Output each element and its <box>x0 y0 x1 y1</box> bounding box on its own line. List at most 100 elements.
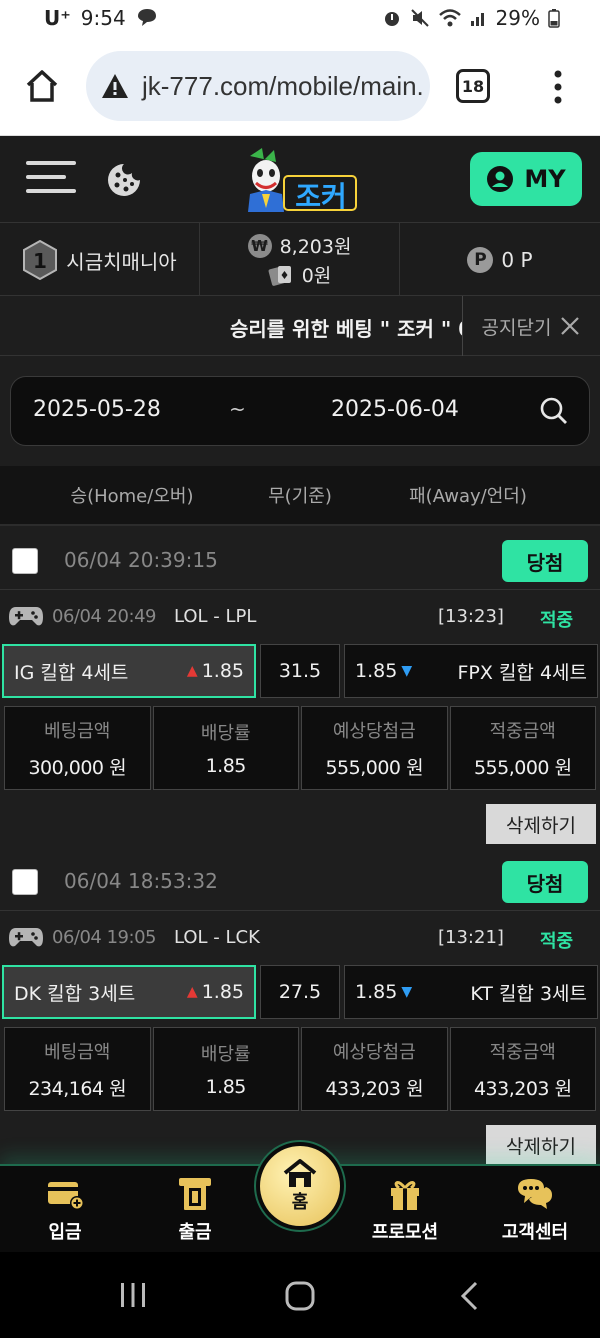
nav-home[interactable]: 홈 <box>254 1140 346 1242</box>
bet-select-checkbox[interactable] <box>12 869 38 895</box>
nav-promotion[interactable]: 프로모션 <box>350 1176 460 1244</box>
system-navigation-bar <box>0 1252 600 1338</box>
bet-card-header: 06/04 18:53:32 당첨 <box>0 851 600 911</box>
stat-label: 배당률 <box>200 1044 251 1065</box>
bet-stats: 베팅금액 300,000 원 배당률 1.85 예상당첨금 555,000 원 적중금… <box>4 706 596 790</box>
system-home-icon[interactable] <box>284 1280 316 1312</box>
bet-placed-time: 06/04 20:39:15 <box>64 548 218 572</box>
stat-label: 배당률 <box>200 723 251 744</box>
stat-value: 1.85 <box>205 755 247 777</box>
logo-text: 조커 <box>295 180 347 213</box>
odds-down-icon: ▼ <box>401 984 413 1000</box>
away-pick[interactable]: 1.85 ▼ FPX 킬합 4세트 <box>344 644 598 698</box>
gamepad-icon <box>9 607 43 626</box>
nav-deposit[interactable]: 입금 <box>10 1176 120 1244</box>
match-info: 06/04 20:49 LOL - LPL [13:23] 적중 <box>0 592 600 642</box>
more-menu-icon[interactable] <box>548 68 568 106</box>
pick-row: DK 킬합 3세트 ▲ 1.85 27.5 1.85 ▼ KT 킬합 3세트 <box>0 965 600 1021</box>
user-info-bar: 1 시금치매니아 ₩8,203원 0원 P 0 P <box>0 222 600 297</box>
bet-placed-time: 06/04 18:53:32 <box>64 869 218 893</box>
battery-percent: 29% <box>495 6 540 30</box>
away-pick[interactable]: 1.85 ▼ KT 킬합 3세트 <box>344 965 598 1019</box>
level-badge-icon: 1 <box>23 240 58 280</box>
delete-button[interactable]: 삭제하기 <box>486 804 596 844</box>
won-icon: ₩ <box>247 233 272 258</box>
tab-switcher-button[interactable]: 18 <box>456 69 490 103</box>
away-odds: 1.85 <box>355 660 398 682</box>
hit-status: 적중 <box>540 931 574 952</box>
gift-icon <box>391 1181 419 1210</box>
odds-up-icon: ▲ <box>186 984 198 1000</box>
stat-value: 555,000 원 <box>325 756 424 779</box>
stat-label: 예상당첨금 <box>332 720 416 742</box>
app-header: 조커 MY <box>0 136 600 222</box>
stat-value: 300,000 원 <box>28 756 127 779</box>
match-time: 06/04 20:49 <box>52 606 156 627</box>
nav-deposit-label: 입금 <box>48 1222 82 1243</box>
notice-close-label: 공지닫기 <box>481 316 552 339</box>
end-date-input[interactable]: 2025-06-04 <box>331 397 459 422</box>
handicap-line[interactable]: 31.5 <box>260 644 340 698</box>
mute-icon <box>410 9 429 27</box>
nav-home-label: 홈 <box>291 1192 309 1213</box>
match-score: [13:23] <box>438 606 504 627</box>
stat-odds: 배당률 1.85 <box>152 706 299 790</box>
stat-label: 베팅금액 <box>44 1041 111 1063</box>
pick-row: IG 킬합 4세트 ▲ 1.85 31.5 1.85 ▼ FPX 킬합 4세트 <box>0 644 600 700</box>
handicap-line[interactable]: 27.5 <box>260 965 340 1019</box>
signal-icon <box>470 13 484 26</box>
chat-icon <box>518 1179 552 1209</box>
start-date-input[interactable]: 2025-05-28 <box>33 397 161 422</box>
back-icon[interactable] <box>458 1280 482 1312</box>
home-icon <box>283 1159 317 1187</box>
user-profile: 1 시금치매니아 <box>0 223 200 297</box>
clock: 9:54 <box>80 6 126 30</box>
delete-button[interactable]: 삭제하기 <box>486 1125 596 1165</box>
stat-hit-amount: 적중금액 555,000 원 <box>449 706 596 790</box>
away-team: KT 킬합 3세트 <box>470 982 587 1005</box>
points-value: 0 P <box>501 248 533 272</box>
stat-value: 433,203 원 <box>473 1077 572 1100</box>
cookie-icon[interactable] <box>106 162 142 198</box>
stat-value: 555,000 원 <box>473 756 572 779</box>
stat-bet-amount: 베팅금액 300,000 원 <box>4 706 151 790</box>
nav-support[interactable]: 고객센터 <box>480 1176 590 1244</box>
points-panel: P 0 P <box>400 223 600 297</box>
column-draw: 무(기준) <box>268 486 332 507</box>
home-pick-selected[interactable]: DK 킬합 3세트 ▲ 1.85 <box>2 965 256 1019</box>
carrier-label: U⁺ <box>44 6 71 30</box>
home-icon[interactable] <box>24 68 60 104</box>
chat-bubble-icon <box>137 9 156 26</box>
my-page-button[interactable]: MY <box>470 152 582 206</box>
stat-value: 433,203 원 <box>325 1077 424 1100</box>
bottom-navigation: 입금 출금 홈 프로모션 고객센터 <box>0 1140 600 1252</box>
away-team: FPX 킬합 4세트 <box>457 661 588 684</box>
nav-withdraw[interactable]: 출금 <box>140 1176 250 1244</box>
url-text[interactable]: jk-777.com/mobile/main. <box>142 71 424 102</box>
nav-withdraw-label: 출금 <box>178 1222 212 1243</box>
cards-icon <box>268 265 291 286</box>
menu-icon[interactable] <box>26 161 76 197</box>
my-label: MY <box>524 165 566 193</box>
status-bar: U⁺ 9:54 29% <box>0 0 600 38</box>
withdraw-icon <box>179 1178 211 1210</box>
stat-value: 1.85 <box>205 1076 247 1098</box>
home-pick-selected[interactable]: IG 킬합 4세트 ▲ 1.85 <box>2 644 256 698</box>
recent-apps-icon[interactable] <box>118 1280 148 1310</box>
match-time: 06/04 19:05 <box>52 927 156 948</box>
bet-stats: 베팅금액 234,164 원 배당률 1.85 예상당첨금 433,203 원 적중금… <box>4 1027 596 1111</box>
address-bar[interactable]: jk-777.com/mobile/main. <box>86 51 430 121</box>
balance-panel: ₩8,203원 0원 <box>200 223 400 297</box>
stat-label: 베팅금액 <box>44 720 111 742</box>
league-name: LOL - LPL <box>174 606 257 627</box>
home-odds: 1.85 <box>201 660 244 682</box>
bet-select-checkbox[interactable] <box>12 548 38 574</box>
column-away: 패(Away/언더) <box>409 486 527 507</box>
search-icon[interactable] <box>539 396 569 426</box>
stat-label: 적중금액 <box>489 720 556 742</box>
notice-bar: 승리를 위한 베팅 " 조커 " 0 공지닫기 <box>0 296 600 356</box>
warning-icon[interactable] <box>100 72 130 100</box>
notice-close-button[interactable]: 공지닫기 <box>462 296 600 356</box>
joker-logo[interactable]: 조커 <box>244 146 358 214</box>
date-range-picker: 2025-05-28 ~ 2025-06-04 <box>10 376 590 446</box>
